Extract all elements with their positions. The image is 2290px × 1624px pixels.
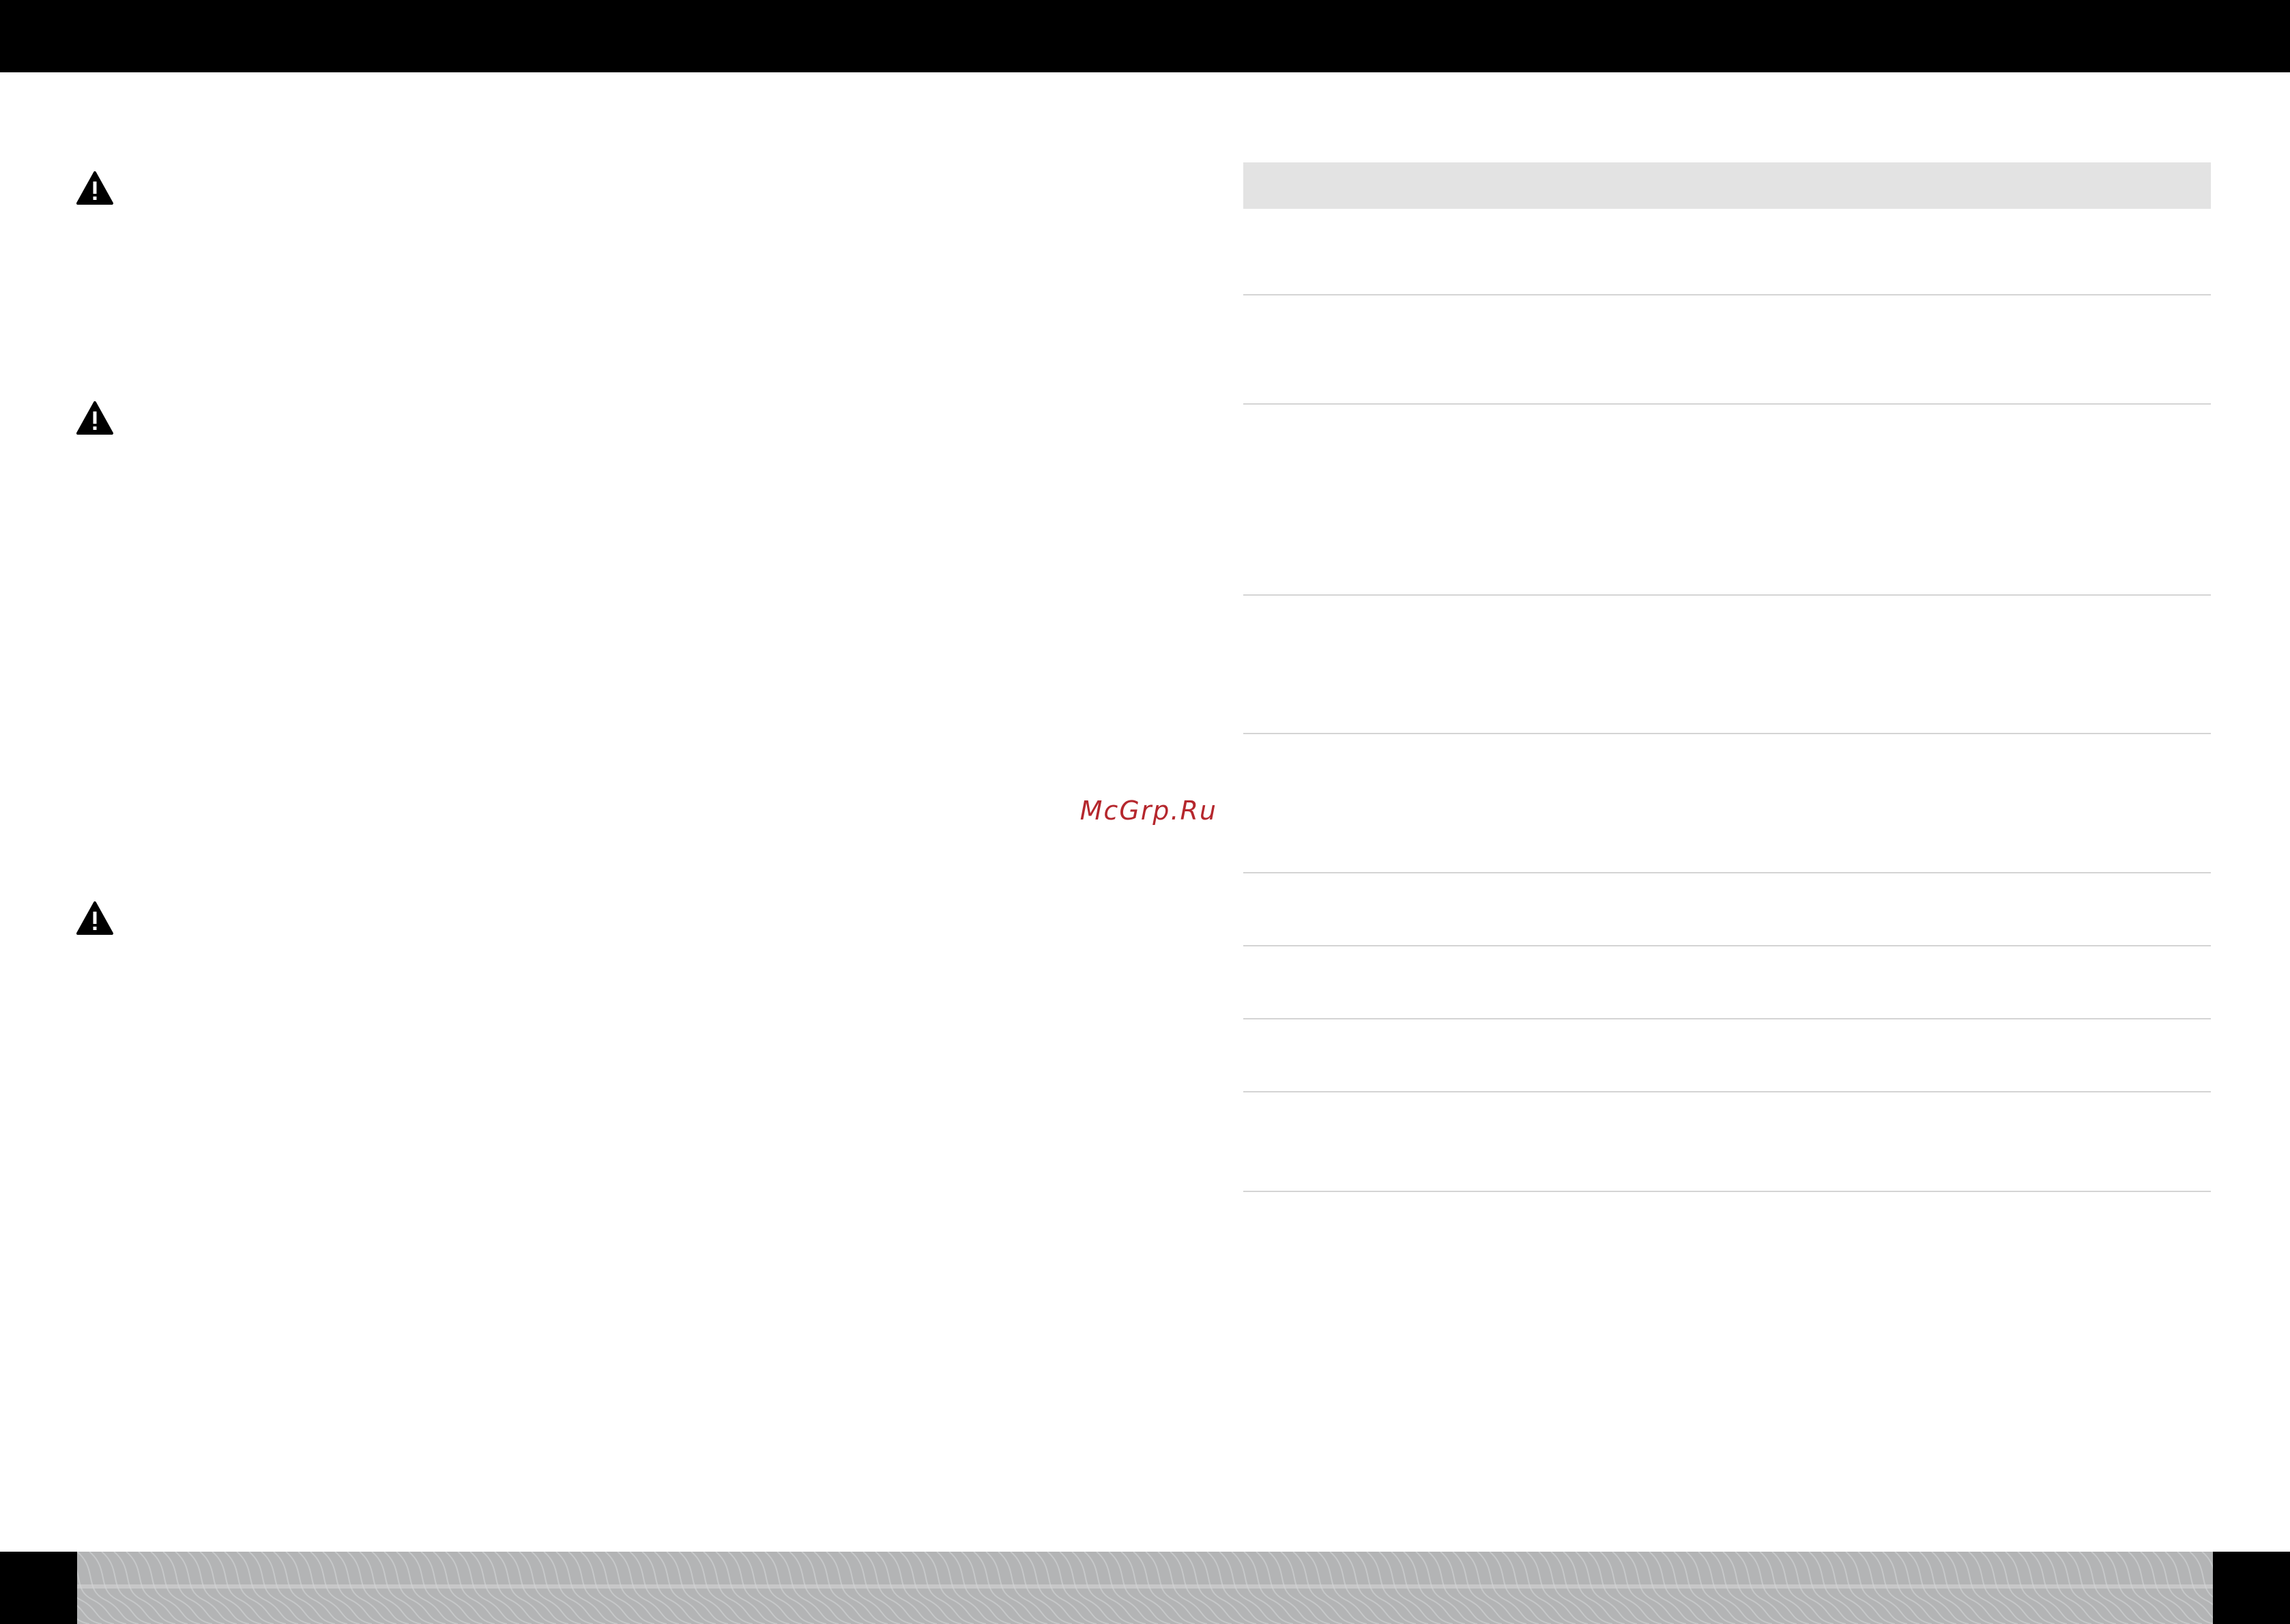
table-row [1243,405,2211,596]
table-row [1243,209,2211,295]
table-row [1243,873,2211,946]
table-row [1243,295,2211,405]
footer-pattern-band [77,1552,2213,1624]
spec-table [1243,162,2211,1192]
top-header-bar [0,0,2290,72]
table-header [1243,162,2211,209]
watermark-text: McGrp.Ru [1079,796,1217,826]
warning-icon [76,901,114,936]
table-row [1243,1019,2211,1092]
footer-right-block [2213,1552,2290,1624]
warning-icon [76,401,114,436]
table-row [1243,946,2211,1019]
footer-left-block [0,1552,77,1624]
table-row [1243,734,2211,873]
table-row [1243,1092,2211,1192]
warning-icon [76,171,114,206]
table-row [1243,596,2211,734]
